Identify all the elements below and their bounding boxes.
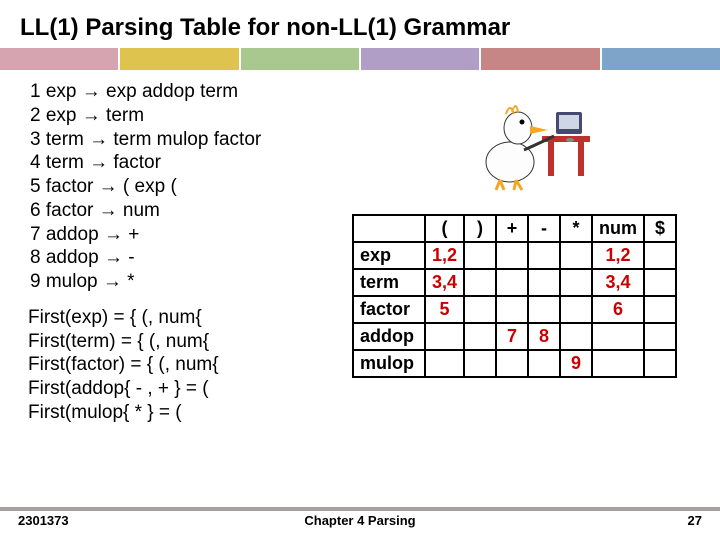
cell: 3,4 <box>592 269 644 296</box>
cell <box>464 296 496 323</box>
cell <box>592 350 644 377</box>
col-head: + <box>496 215 528 242</box>
row-head: exp <box>353 242 425 269</box>
cell <box>464 323 496 350</box>
cell <box>528 242 560 269</box>
cell: 9 <box>560 350 592 377</box>
cell <box>644 323 676 350</box>
footer: Chapter 4 Parsing 2301373 27 <box>0 507 720 533</box>
color-band <box>0 48 720 70</box>
cell <box>464 350 496 377</box>
cell <box>560 296 592 323</box>
table-row: mulop 9 <box>353 350 676 377</box>
col-head: - <box>528 215 560 242</box>
cell <box>592 323 644 350</box>
cell <box>425 350 464 377</box>
cell <box>560 242 592 269</box>
cell <box>528 269 560 296</box>
rule-line: 4 term → factor <box>30 151 720 175</box>
cell: 3,4 <box>425 269 464 296</box>
col-head: num <box>592 215 644 242</box>
cell: 1,2 <box>425 242 464 269</box>
footer-center: Chapter 4 Parsing <box>0 513 720 528</box>
table-corner <box>353 215 425 242</box>
rule-line: 5 factor → ( exp ( <box>30 175 720 199</box>
cell <box>496 242 528 269</box>
parsing-table: ( ) + - * num $ exp 1,2 1,2 term 3,4 3,4 <box>352 214 677 378</box>
cell <box>425 323 464 350</box>
row-head: factor <box>353 296 425 323</box>
cell <box>528 350 560 377</box>
cell <box>464 242 496 269</box>
slide-title: LL(1) Parsing Table for non-LL(1) Gramma… <box>0 0 720 48</box>
cell <box>496 296 528 323</box>
row-head: mulop <box>353 350 425 377</box>
rule-line: 1 exp → exp addop term <box>30 80 720 104</box>
col-head: ) <box>464 215 496 242</box>
col-head: ( <box>425 215 464 242</box>
table-row: term 3,4 3,4 <box>353 269 676 296</box>
cell <box>644 296 676 323</box>
table-row: exp 1,2 1,2 <box>353 242 676 269</box>
cell <box>560 269 592 296</box>
cell: 1,2 <box>592 242 644 269</box>
rule-line: 3 term → term mulop factor <box>30 128 720 152</box>
cell <box>560 323 592 350</box>
cell <box>528 296 560 323</box>
cell <box>644 269 676 296</box>
row-head: term <box>353 269 425 296</box>
table-row: addop 7 8 <box>353 323 676 350</box>
cell <box>644 350 676 377</box>
cell: 7 <box>496 323 528 350</box>
cell: 8 <box>528 323 560 350</box>
table-row: factor 5 6 <box>353 296 676 323</box>
cartoon-duck-icon <box>470 90 610 200</box>
cell <box>496 350 528 377</box>
col-head: * <box>560 215 592 242</box>
cell <box>496 269 528 296</box>
cell: 5 <box>425 296 464 323</box>
first-line: First(addop{ - , + } = ( <box>28 377 720 401</box>
first-line: First(mulop{ * } = ( <box>28 401 720 425</box>
cell <box>464 269 496 296</box>
row-head: addop <box>353 323 425 350</box>
cell <box>644 242 676 269</box>
cell: 6 <box>592 296 644 323</box>
rule-line: 2 exp → term <box>30 104 720 128</box>
col-head: $ <box>644 215 676 242</box>
